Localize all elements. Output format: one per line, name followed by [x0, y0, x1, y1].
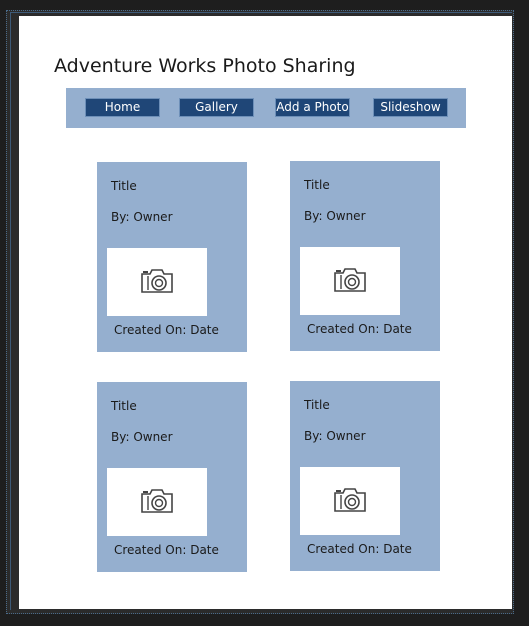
- nav-home-button[interactable]: Home: [85, 98, 160, 117]
- card-owner: By: Owner: [304, 429, 366, 443]
- card-created-date: Created On: Date: [307, 322, 412, 336]
- nav-bar: Home Gallery Add a Photo Slideshow: [66, 88, 466, 128]
- card-created-date: Created On: Date: [307, 542, 412, 556]
- site-title: Adventure Works Photo Sharing: [54, 55, 356, 77]
- nav-add-photo-button[interactable]: Add a Photo: [275, 98, 350, 117]
- ruler-left: [10, 12, 11, 610]
- nav-slideshow-button[interactable]: Slideshow: [373, 98, 448, 117]
- card-created-date: Created On: Date: [114, 543, 219, 557]
- card-title: Title: [111, 179, 137, 193]
- card-owner: By: Owner: [111, 430, 173, 444]
- photo-card[interactable]: Title By: Owner Created On: Date: [290, 161, 440, 351]
- card-owner: By: Owner: [111, 210, 173, 224]
- photo-thumbnail[interactable]: [107, 468, 207, 536]
- page-canvas: Adventure Works Photo Sharing Home Galle…: [19, 16, 512, 609]
- photo-card[interactable]: Title By: Owner Created On: Date: [290, 381, 440, 571]
- photo-thumbnail[interactable]: [300, 467, 400, 535]
- nav-gallery-button[interactable]: Gallery: [179, 98, 254, 117]
- camera-icon: [334, 268, 366, 292]
- photo-thumbnail[interactable]: [300, 247, 400, 315]
- photo-card[interactable]: Title By: Owner Created On: Date: [97, 162, 247, 352]
- card-owner: By: Owner: [304, 209, 366, 223]
- camera-icon: [141, 269, 173, 293]
- photo-thumbnail[interactable]: [107, 248, 207, 316]
- card-created-date: Created On: Date: [114, 323, 219, 337]
- photo-card[interactable]: Title By: Owner Created On: Date: [97, 382, 247, 572]
- card-title: Title: [111, 399, 137, 413]
- card-title: Title: [304, 398, 330, 412]
- card-title: Title: [304, 178, 330, 192]
- camera-icon: [334, 488, 366, 512]
- ruler-top: [10, 12, 512, 13]
- camera-icon: [141, 489, 173, 513]
